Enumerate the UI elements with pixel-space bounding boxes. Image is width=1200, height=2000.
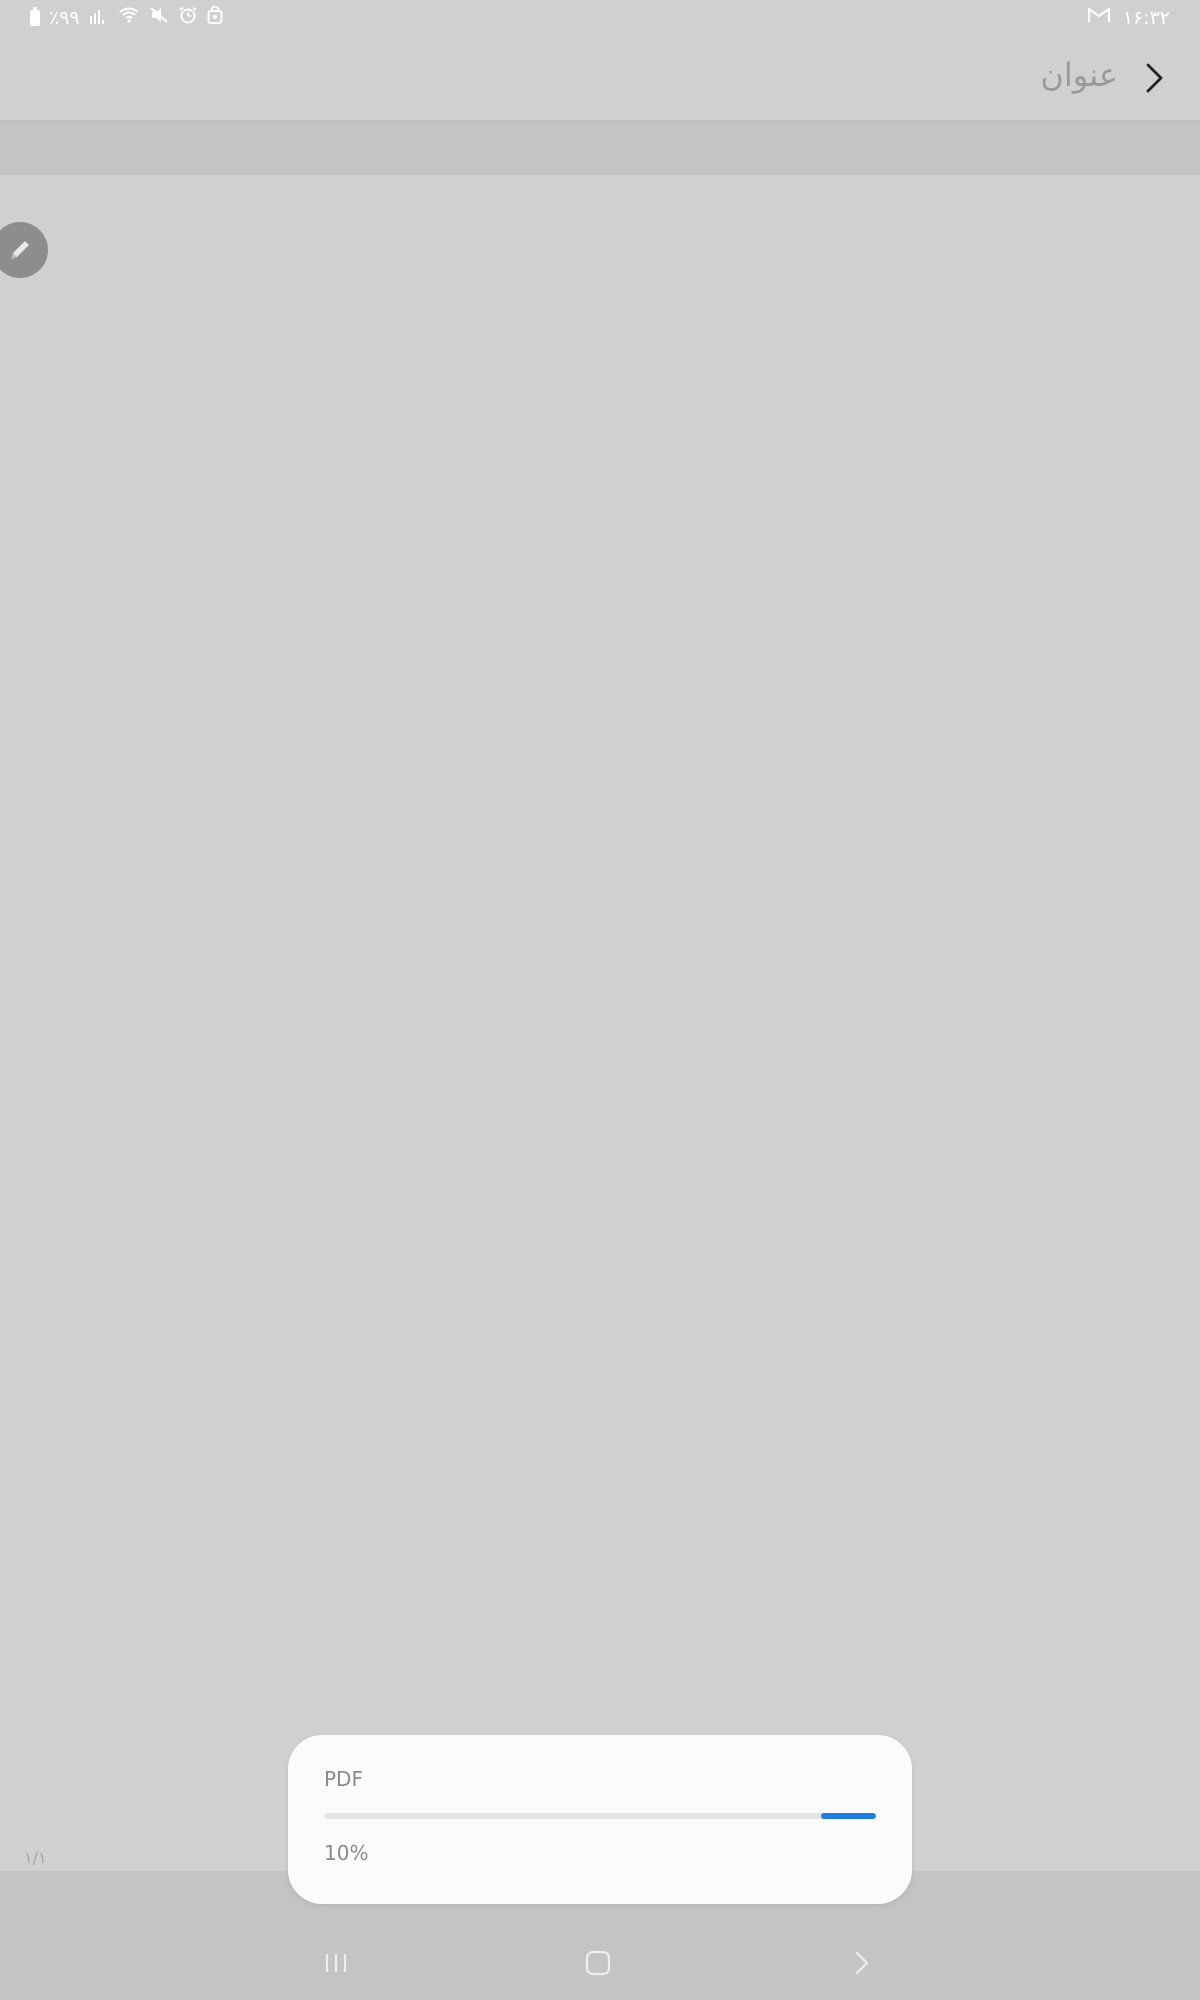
mute-icon (149, 6, 169, 29)
status-right-group: ۱۶:۳۲ (1087, 6, 1170, 29)
status-bar: ٪۹۹ ۱۶:۳۲ (0, 0, 1200, 36)
back-button[interactable] (1130, 54, 1178, 102)
progress-bar (324, 1813, 876, 1819)
back-icon (855, 1951, 869, 1975)
status-left-group: ٪۹۹ (30, 5, 223, 29)
page-indicator: ۱/۱ (24, 1848, 47, 1867)
screen: ٪۹۹ ۱۶:۳۲ عنوان ۱/۱ PDF 10% (0, 0, 1200, 2000)
battery-icon (30, 6, 40, 26)
nav-back-button[interactable] (822, 1930, 902, 1996)
chevron-right-icon (1146, 63, 1163, 93)
edit-button[interactable] (0, 222, 48, 278)
gmail-icon (1087, 6, 1111, 29)
toolbar-band (0, 121, 1200, 175)
alarm-icon (178, 6, 198, 29)
pencil-icon (11, 241, 29, 259)
page-title: عنوان (1040, 56, 1118, 94)
progress-bar-fill (820, 1813, 876, 1819)
recents-button[interactable] (296, 1930, 376, 1996)
status-time: ۱۶:۳۲ (1122, 6, 1170, 29)
pdf-progress-dialog: PDF 10% (288, 1735, 912, 1904)
home-button[interactable] (558, 1930, 638, 1996)
home-icon (585, 1950, 611, 1976)
wifi-icon (118, 6, 140, 29)
lock-icon (207, 5, 223, 29)
battery-percent: ٪۹۹ (49, 6, 80, 29)
recents-icon (325, 1954, 347, 1972)
app-bar: عنوان (0, 36, 1200, 121)
signal-icon (89, 7, 109, 29)
system-nav-bar (0, 1930, 1200, 1996)
dialog-title: PDF (324, 1767, 363, 1791)
progress-percent: 10% (324, 1841, 369, 1865)
